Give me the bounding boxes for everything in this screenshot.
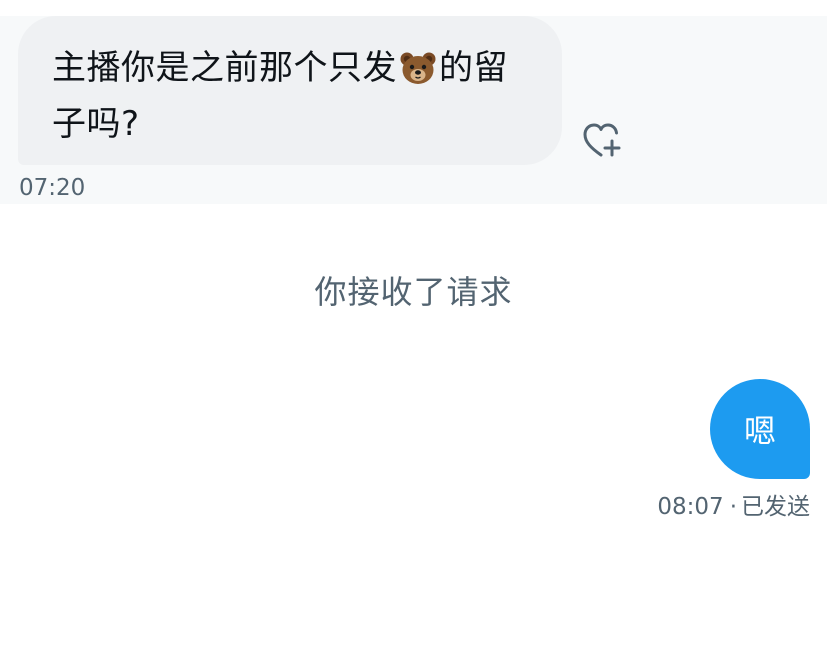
heart-plus-icon <box>581 121 625 165</box>
outgoing-message-timestamp: 08:07 <box>657 494 724 520</box>
outgoing-message-text: 嗯 <box>743 412 776 450</box>
request-accepted-notice: 你接收了请求 <box>314 273 513 311</box>
add-reaction-button[interactable] <box>580 122 626 164</box>
outgoing-message-bubble[interactable]: 嗯 <box>710 379 810 479</box>
incoming-message-timestamp: 07:20 <box>19 175 86 201</box>
meta-separator: · <box>729 494 737 520</box>
outgoing-message-meta: 08:07 · 已发送 <box>657 487 810 521</box>
bear-face-icon <box>400 49 436 99</box>
delivery-status: 已发送 <box>741 494 810 520</box>
incoming-message-text-start: 主播你是之前那个只发 <box>52 48 397 88</box>
incoming-message-bubble[interactable]: 主播你是之前那个只发 的留子吗? <box>18 16 562 165</box>
